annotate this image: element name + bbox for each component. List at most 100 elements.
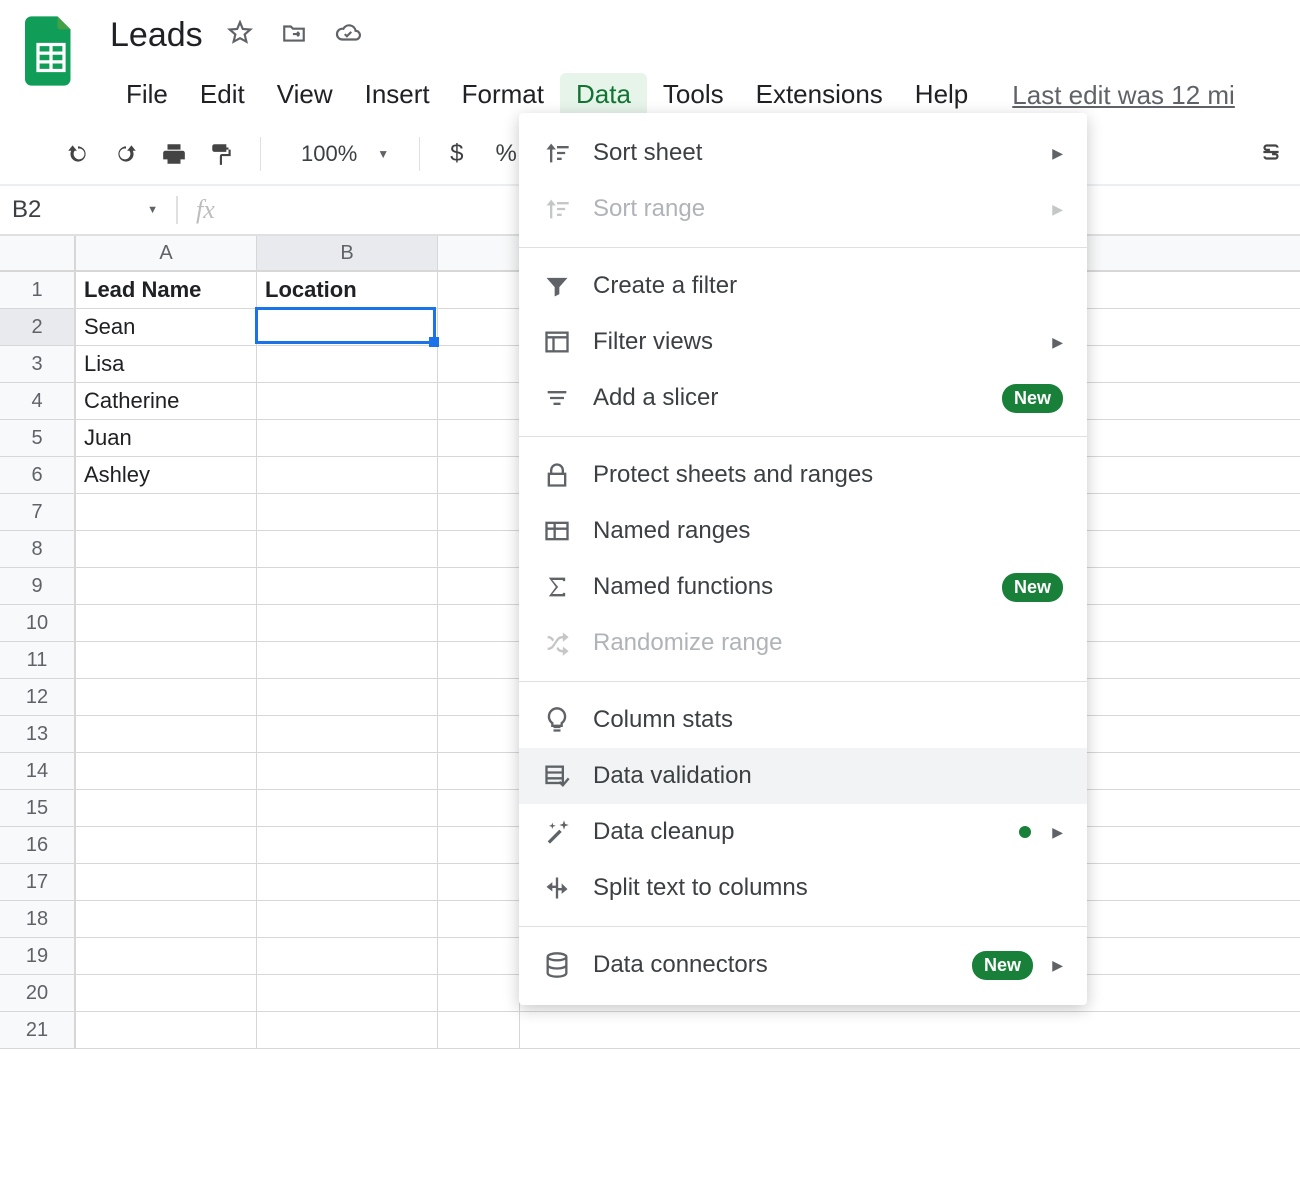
row-header[interactable]: 3 bbox=[0, 346, 76, 383]
menu-split-text[interactable]: Split text to columns bbox=[519, 860, 1087, 916]
cell-A2[interactable]: Sean bbox=[76, 309, 257, 346]
zoom-dropdown[interactable]: 100%▼ bbox=[279, 141, 401, 167]
cell-B12[interactable] bbox=[257, 679, 438, 716]
column-header-C[interactable] bbox=[438, 236, 520, 272]
cell-A13[interactable] bbox=[76, 716, 257, 753]
cell-A16[interactable] bbox=[76, 827, 257, 864]
cell-B21[interactable] bbox=[257, 1012, 438, 1049]
cell-D21[interactable] bbox=[520, 1012, 1300, 1049]
menu-named-functions[interactable]: Named functions New bbox=[519, 559, 1087, 615]
menu-named-ranges[interactable]: Named ranges bbox=[519, 503, 1087, 559]
cell-C21[interactable] bbox=[438, 1012, 520, 1049]
cell-B6[interactable] bbox=[257, 457, 438, 494]
name-box[interactable]: B2▼ bbox=[0, 196, 178, 224]
cell-B11[interactable] bbox=[257, 642, 438, 679]
cell-B17[interactable] bbox=[257, 864, 438, 901]
cell-A18[interactable] bbox=[76, 901, 257, 938]
cell-C7[interactable] bbox=[438, 494, 520, 531]
menu-view[interactable]: View bbox=[261, 73, 349, 118]
cell-A14[interactable] bbox=[76, 753, 257, 790]
cell-C1[interactable] bbox=[438, 272, 520, 309]
cell-C14[interactable] bbox=[438, 753, 520, 790]
cell-C12[interactable] bbox=[438, 679, 520, 716]
menu-format[interactable]: Format bbox=[446, 73, 560, 118]
row-header[interactable]: 11 bbox=[0, 642, 76, 679]
cell-A20[interactable] bbox=[76, 975, 257, 1012]
cell-A3[interactable]: Lisa bbox=[76, 346, 257, 383]
cell-B4[interactable] bbox=[257, 383, 438, 420]
cell-B10[interactable] bbox=[257, 605, 438, 642]
cell-C2[interactable] bbox=[438, 309, 520, 346]
row-header[interactable]: 2 bbox=[0, 309, 76, 346]
cell-C10[interactable] bbox=[438, 605, 520, 642]
row-header[interactable]: 5 bbox=[0, 420, 76, 457]
cell-C17[interactable] bbox=[438, 864, 520, 901]
redo-button[interactable] bbox=[106, 134, 146, 174]
menu-data-validation[interactable]: Data validation bbox=[519, 748, 1087, 804]
cell-C16[interactable] bbox=[438, 827, 520, 864]
sheets-logo-icon[interactable] bbox=[20, 16, 82, 94]
undo-button[interactable] bbox=[58, 134, 98, 174]
cell-A12[interactable] bbox=[76, 679, 257, 716]
row-header[interactable]: 17 bbox=[0, 864, 76, 901]
cell-B18[interactable] bbox=[257, 901, 438, 938]
row-header[interactable]: 8 bbox=[0, 531, 76, 568]
cell-B1[interactable]: Location bbox=[257, 272, 438, 309]
cell-C6[interactable] bbox=[438, 457, 520, 494]
row-header[interactable]: 16 bbox=[0, 827, 76, 864]
cell-A10[interactable] bbox=[76, 605, 257, 642]
row-header[interactable]: 14 bbox=[0, 753, 76, 790]
cell-C3[interactable] bbox=[438, 346, 520, 383]
row-header[interactable]: 7 bbox=[0, 494, 76, 531]
row-header[interactable]: 10 bbox=[0, 605, 76, 642]
cell-C4[interactable] bbox=[438, 383, 520, 420]
cell-A4[interactable]: Catherine bbox=[76, 383, 257, 420]
print-button[interactable] bbox=[154, 134, 194, 174]
menu-add-slicer[interactable]: Add a slicer New bbox=[519, 370, 1087, 426]
menu-help[interactable]: Help bbox=[899, 73, 984, 118]
cell-A5[interactable]: Juan bbox=[76, 420, 257, 457]
column-header-A[interactable]: A bbox=[76, 236, 257, 272]
cell-C8[interactable] bbox=[438, 531, 520, 568]
cell-B7[interactable] bbox=[257, 494, 438, 531]
cell-B19[interactable] bbox=[257, 938, 438, 975]
cell-C5[interactable] bbox=[438, 420, 520, 457]
cell-B8[interactable] bbox=[257, 531, 438, 568]
cell-B16[interactable] bbox=[257, 827, 438, 864]
menu-create-filter[interactable]: Create a filter bbox=[519, 258, 1087, 314]
cloud-status-icon[interactable] bbox=[335, 20, 361, 51]
menu-edit[interactable]: Edit bbox=[184, 73, 261, 118]
cell-C9[interactable] bbox=[438, 568, 520, 605]
document-title[interactable]: Leads bbox=[110, 16, 203, 55]
menu-file[interactable]: File bbox=[110, 73, 184, 118]
row-header[interactable]: 13 bbox=[0, 716, 76, 753]
row-header[interactable]: 1 bbox=[0, 272, 76, 309]
column-header-B[interactable]: B bbox=[257, 236, 438, 272]
row-header[interactable]: 9 bbox=[0, 568, 76, 605]
row-header[interactable]: 19 bbox=[0, 938, 76, 975]
star-icon[interactable] bbox=[227, 20, 253, 51]
row-header[interactable]: 20 bbox=[0, 975, 76, 1012]
cell-C18[interactable] bbox=[438, 901, 520, 938]
row-header[interactable]: 4 bbox=[0, 383, 76, 420]
cell-A6[interactable]: Ashley bbox=[76, 457, 257, 494]
cell-C20[interactable] bbox=[438, 975, 520, 1012]
cell-B9[interactable] bbox=[257, 568, 438, 605]
row-header[interactable]: 18 bbox=[0, 901, 76, 938]
row-header[interactable]: 6 bbox=[0, 457, 76, 494]
strikethrough-button[interactable] bbox=[1252, 139, 1290, 170]
cell-C19[interactable] bbox=[438, 938, 520, 975]
row-header[interactable]: 15 bbox=[0, 790, 76, 827]
cell-A9[interactable] bbox=[76, 568, 257, 605]
cell-C11[interactable] bbox=[438, 642, 520, 679]
cell-B15[interactable] bbox=[257, 790, 438, 827]
cell-B5[interactable] bbox=[257, 420, 438, 457]
cell-B3[interactable] bbox=[257, 346, 438, 383]
cell-A1[interactable]: Lead Name bbox=[76, 272, 257, 309]
cell-A21[interactable] bbox=[76, 1012, 257, 1049]
move-icon[interactable] bbox=[281, 20, 307, 51]
cell-B14[interactable] bbox=[257, 753, 438, 790]
menu-sort-sheet[interactable]: Sort sheet▶ bbox=[519, 125, 1087, 181]
row-header[interactable]: 21 bbox=[0, 1012, 76, 1049]
menu-protect-sheets[interactable]: Protect sheets and ranges bbox=[519, 447, 1087, 503]
